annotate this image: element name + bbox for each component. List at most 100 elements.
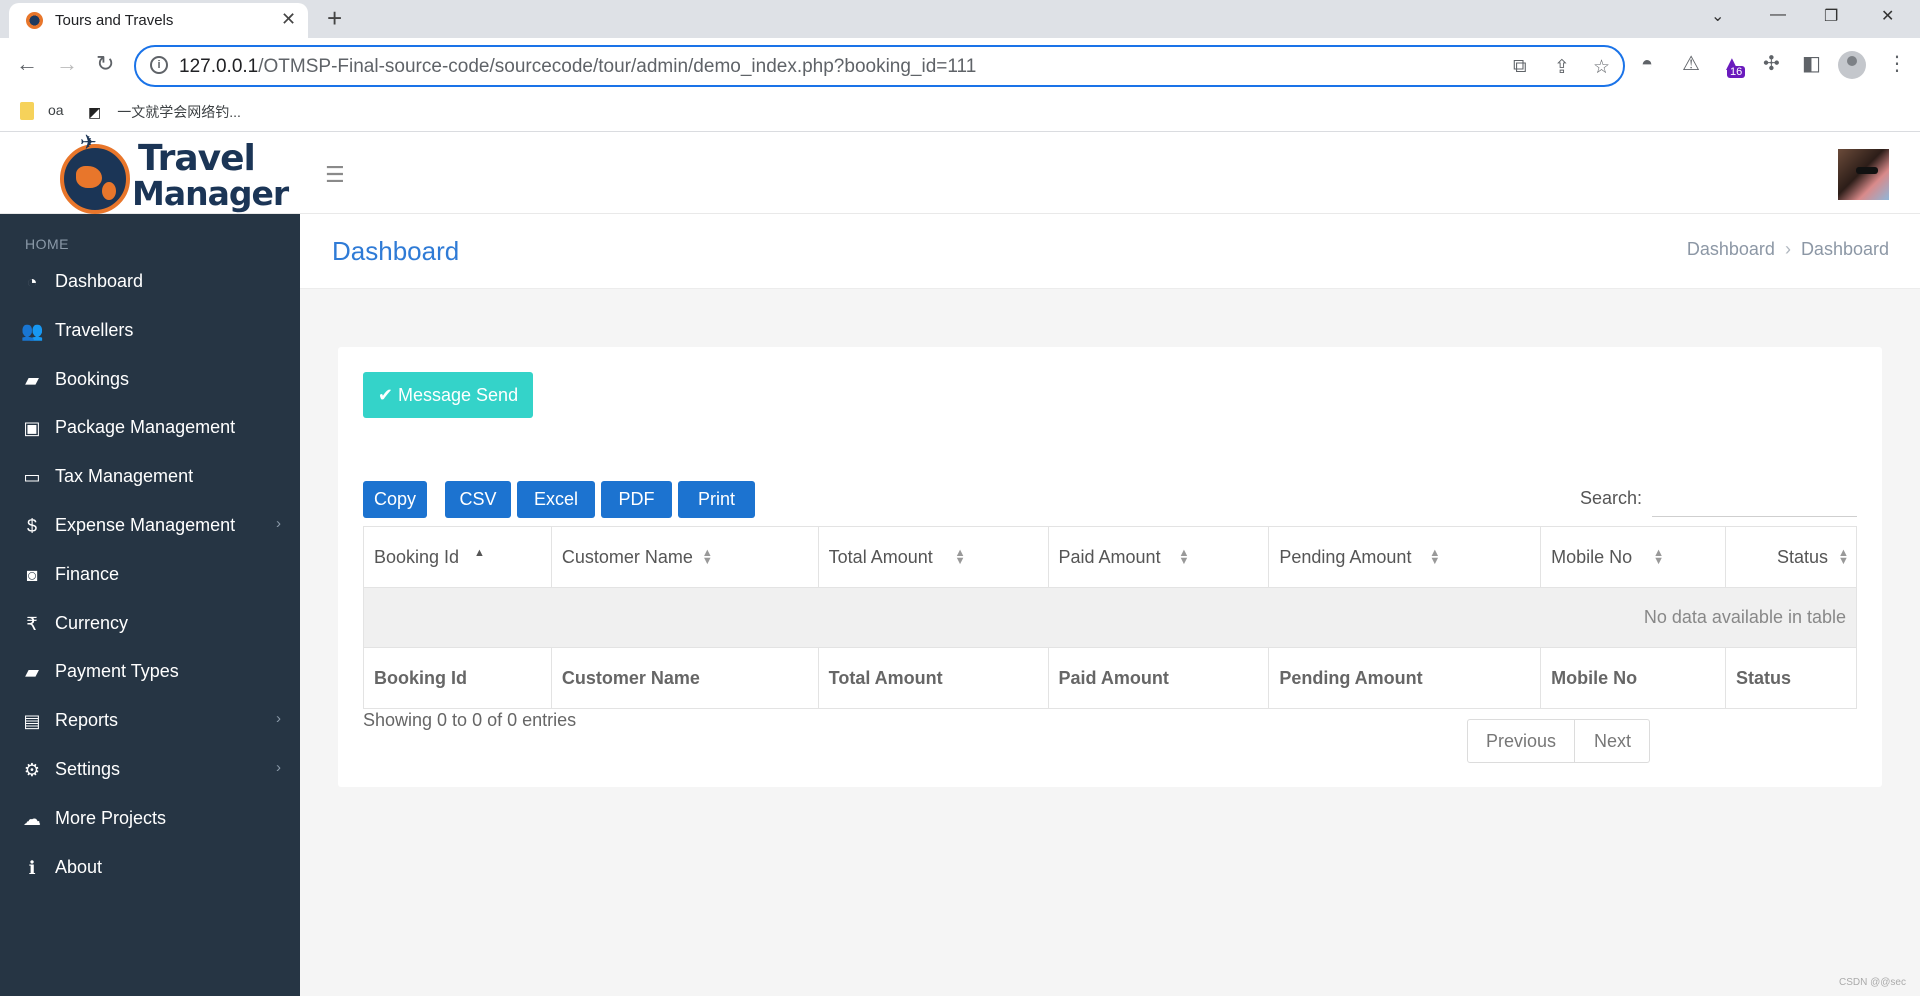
user-avatar[interactable] <box>1838 149 1889 200</box>
menu-kebab-icon[interactable]: ⋮ <box>1887 52 1907 76</box>
column-header-label: Status <box>1776 546 1828 567</box>
sort-icon: ▲ ▼ <box>701 547 713 567</box>
sidebar-item-package-management[interactable]: ▣ Package Management <box>0 408 300 448</box>
address-bar[interactable]: i 127.0.0.1/OTMSP-Final-source-code/sour… <box>134 45 1625 87</box>
bookmarks-bar: oa ◩ 一文就学会网络钓... <box>0 94 1920 132</box>
column-header-label: Total Amount <box>828 546 933 567</box>
sidebar-item-label: Travellers <box>55 319 134 340</box>
hat-extension-icon[interactable]: ◓ <box>1641 52 1653 76</box>
window-close-icon[interactable]: ✕ <box>1881 6 1894 26</box>
cloud-download-icon: ☁ <box>23 808 41 829</box>
csv-button[interactable]: CSV <box>445 481 511 518</box>
sidebar-item-label: Dashboard <box>55 271 144 291</box>
sidebar-item-label: Settings <box>55 759 121 779</box>
minimize-icon[interactable]: — <box>1770 6 1786 24</box>
footer-header: Status <box>1725 647 1857 709</box>
sort-icon: ▲ ▼ <box>1653 547 1665 567</box>
back-icon[interactable]: ← <box>16 52 38 76</box>
logo-text-manager: Manager <box>132 174 289 213</box>
warning-icon[interactable]: ⚠ <box>1682 52 1700 76</box>
close-icon[interactable]: ✕ <box>281 9 296 30</box>
sidebar-item-bookings[interactable]: ▰ Bookings <box>0 360 300 400</box>
sidebar-item-reports[interactable]: ▤ Reports › <box>0 701 300 741</box>
rupee-icon: ₹ <box>26 613 38 634</box>
column-header[interactable]: Customer Name ▲ ▼ <box>550 526 819 588</box>
message-send-button[interactable]: ✔ Message Send <box>363 372 533 418</box>
share-icon[interactable]: ⇪ <box>1554 56 1570 79</box>
sidebar-item-label: About <box>55 856 103 877</box>
new-tab-icon[interactable]: + <box>327 3 342 33</box>
column-header[interactable]: Mobile No ▲ ▼ <box>1540 526 1726 588</box>
footer-header: Total Amount <box>817 647 1049 709</box>
sidebar-item-expense-management[interactable]: $ Expense Management › <box>0 506 300 546</box>
empty-message: No data available in table <box>363 587 1857 648</box>
footer-header: Pending Amount <box>1268 647 1542 709</box>
sort-icon: ▲ ▼ <box>1838 547 1849 567</box>
copy-button[interactable]: Copy <box>363 481 427 518</box>
puzzle-icon[interactable]: ✣ <box>1763 52 1780 76</box>
table-info: Showing 0 to 0 of 0 entries <box>363 710 577 730</box>
reload-icon[interactable]: ↻ <box>96 52 114 76</box>
sort-icon: ▲ ▼ <box>1178 547 1190 567</box>
app-topbar: ✈ Travel Manager ☰ <box>0 132 1920 214</box>
bookmark-phishing[interactable]: ◩ 一文就学会网络钓... <box>88 102 241 122</box>
logo[interactable]: ✈ Travel Manager <box>56 132 289 214</box>
column-header[interactable]: Total Amount ▲ ▼ <box>817 526 1049 588</box>
restore-icon[interactable]: ❐ <box>1824 6 1838 26</box>
tachometer-icon: ◔ <box>26 272 38 292</box>
print-button[interactable]: Print <box>678 481 755 518</box>
previous-button[interactable]: Previous <box>1468 720 1575 762</box>
sidebar-item-currency[interactable]: ₹ Currency <box>0 604 300 644</box>
column-header-label: Customer Name <box>561 546 693 567</box>
hamburger-menu-icon[interactable]: ☰ <box>325 162 345 188</box>
sidebar-item-about[interactable]: ℹ About <box>0 848 300 888</box>
sticky-note-icon: ▤ <box>23 711 41 732</box>
sidebar-item-settings[interactable]: ⚙ Settings › <box>0 750 300 790</box>
side-panel-icon[interactable]: ◧ <box>1802 52 1821 76</box>
info-circle-icon: ℹ <box>28 857 36 878</box>
sidebar-item-label: Payment Types <box>55 661 179 682</box>
excel-button[interactable]: Excel <box>517 481 595 518</box>
sidebar-item-label: Package Management <box>55 417 236 438</box>
sidebar-item-finance[interactable]: ◙ Finance <box>0 555 300 595</box>
table-row: No data available in table <box>363 587 1857 648</box>
suitcase-icon: ▣ <box>23 418 41 439</box>
users-icon: 👥 <box>21 320 44 341</box>
url-text[interactable]: 127.0.0.1/OTMSP-Final-source-code/source… <box>179 56 976 78</box>
app-root: ✈ Travel Manager ☰ HOME ◔ Dashboard 👥 Trave… <box>0 132 1920 996</box>
forward-icon[interactable]: → <box>56 52 78 76</box>
column-header[interactable]: Status ▲ ▼ <box>1725 526 1857 588</box>
sidebar-item-label: Tax Management <box>55 466 194 487</box>
sidebar-item-payment-types[interactable]: ▰ Payment Types <box>0 652 300 692</box>
column-header[interactable]: Booking Id ▲ <box>363 526 552 588</box>
footer-header: Paid Amount <box>1047 647 1270 709</box>
table-footer-row: Booking Id Customer Name Total Amount Pa… <box>363 647 1857 709</box>
browser-tab[interactable]: Tours and Travels ✕ <box>9 3 308 38</box>
profile-avatar-icon[interactable] <box>1838 51 1866 79</box>
tab-search-icon[interactable]: ⌄ <box>1711 6 1724 26</box>
sidebar-item-label: Bookings <box>55 368 130 389</box>
tab-title: Tours and Travels <box>55 12 174 29</box>
breadcrumb-item: Dashboard <box>1800 239 1889 259</box>
column-header[interactable]: Paid Amount ▲ ▼ <box>1047 526 1270 588</box>
site-info-icon[interactable]: i <box>150 56 168 74</box>
translate-icon[interactable]: ⧉ <box>1513 56 1527 78</box>
pdf-button[interactable]: PDF <box>601 481 672 518</box>
sidebar-item-travellers[interactable]: 👥 Travellers <box>0 311 300 351</box>
next-button[interactable]: Next <box>1575 720 1650 762</box>
sidebar-item-more-projects[interactable]: ☁ More Projects <box>0 799 300 839</box>
search-input[interactable] <box>1652 481 1857 517</box>
sidebar-item-dashboard[interactable]: ◔ Dashboard <box>0 262 300 302</box>
bookmark-star-icon[interactable]: ☆ <box>1593 56 1610 79</box>
sidebar-item-tax-management[interactable]: ▭ Tax Management <box>0 457 300 497</box>
sidebar: HOME ◔ Dashboard 👥 Travellers ▰ Bookings ▣ Pack… <box>0 214 300 996</box>
column-header[interactable]: Pending Amount ▲ ▼ <box>1268 526 1542 588</box>
credit-card-icon: ▭ <box>23 467 41 488</box>
sort-icon: ▲ ▼ <box>954 547 966 567</box>
chevron-right-icon: › <box>276 759 281 776</box>
folder-icon <box>20 102 34 121</box>
money-icon: ◙ <box>26 564 38 585</box>
breadcrumb-item[interactable]: Dashboard <box>1687 239 1775 259</box>
bookmark-oa[interactable]: oa <box>20 102 64 121</box>
page-header: Dashboard Dashboard › Dashboard <box>300 214 1920 289</box>
